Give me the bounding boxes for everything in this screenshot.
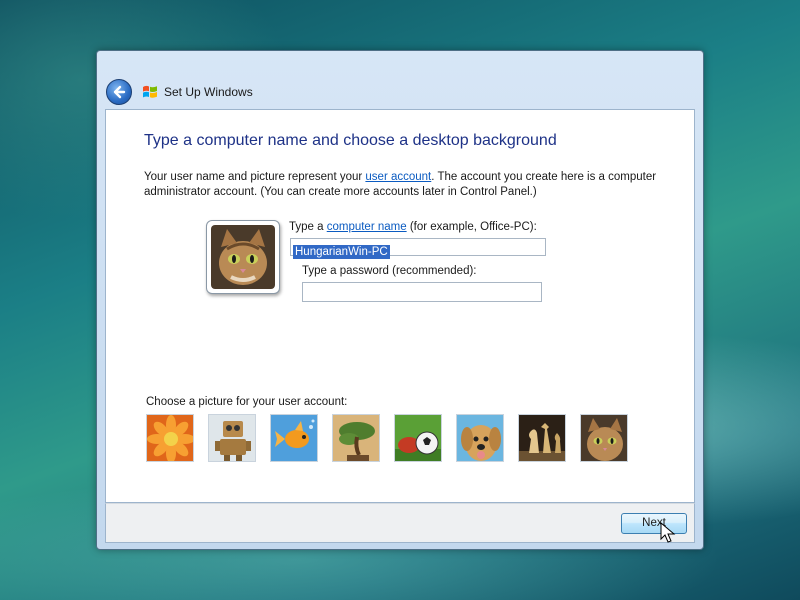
window-title: Set Up Windows <box>164 85 253 99</box>
picture-soccer-ball[interactable] <box>394 414 442 462</box>
windows-logo-icon <box>143 85 157 98</box>
computer-name-link[interactable]: computer name <box>327 221 407 233</box>
footer-bar: Next <box>105 503 695 543</box>
intro-text: Your user name and picture represent you… <box>144 170 664 200</box>
back-arrow-icon <box>113 85 126 99</box>
picture-kitten[interactable] <box>580 414 628 462</box>
computer-name-value: HungarianWin-PC <box>293 245 390 259</box>
computer-name-label-prefix: Type a <box>289 221 327 233</box>
back-button[interactable] <box>106 79 132 105</box>
page-heading: Type a computer name and choose a deskto… <box>144 132 557 149</box>
picture-bonsai-tree[interactable] <box>332 414 380 462</box>
password-label: Type a password (recommended): <box>302 265 477 277</box>
picture-gallery <box>146 414 636 462</box>
picture-fish[interactable] <box>270 414 318 462</box>
computer-name-label: Type a computer name (for example, Offic… <box>289 221 537 233</box>
next-button[interactable]: Next <box>621 513 687 534</box>
picture-dog[interactable] <box>456 414 504 462</box>
selected-user-picture <box>206 220 280 294</box>
computer-name-input[interactable]: HungarianWin-PC <box>290 238 546 259</box>
picture-flower[interactable] <box>146 414 194 462</box>
mouse-pointer-icon <box>660 522 676 543</box>
choose-picture-label: Choose a picture for your user account: <box>146 396 348 408</box>
setup-window: Set Up Windows Type a computer name and … <box>96 50 704 550</box>
password-input[interactable] <box>302 282 542 302</box>
content-panel: Type a computer name and choose a deskto… <box>105 109 695 503</box>
picture-robot[interactable] <box>208 414 256 462</box>
picture-chess[interactable] <box>518 414 566 462</box>
computer-name-label-suffix: (for example, Office-PC): <box>406 221 537 233</box>
title-bar: Set Up Windows <box>97 51 703 109</box>
kitten-avatar-image <box>211 225 275 289</box>
intro-text-part1: Your user name and picture represent you… <box>144 171 366 183</box>
user-account-link[interactable]: user account <box>365 171 431 183</box>
